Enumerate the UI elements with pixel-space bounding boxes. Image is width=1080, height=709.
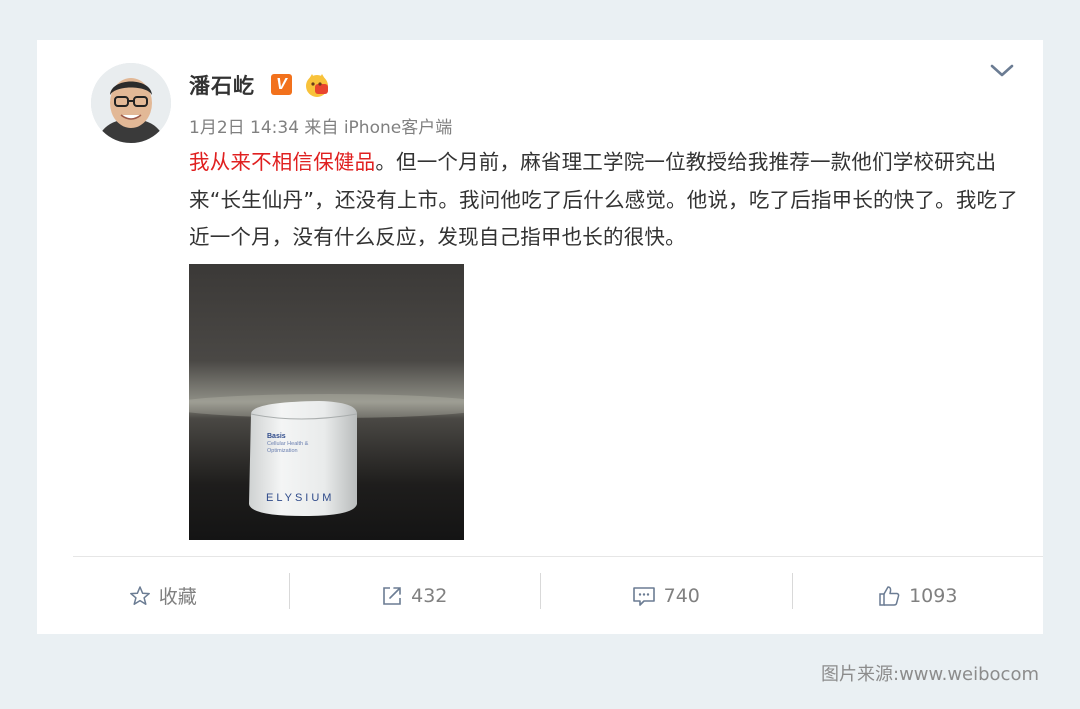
avatar-image xyxy=(91,63,171,143)
product-tagline-2: Optimization xyxy=(267,448,298,454)
share-arrow-icon xyxy=(383,586,401,605)
star-outline-icon xyxy=(129,585,150,605)
verified-badge-icon[interactable]: V xyxy=(271,74,292,95)
comment-count: 740 xyxy=(663,584,700,607)
favorite-button[interactable]: 收藏 xyxy=(37,557,289,634)
post-text-highlight: 我从来不相信保健品 xyxy=(189,150,376,174)
post-text: 我从来不相信保健品。但一个月前，麻省理工学院一位教授给我推荐一款他们学校研究出来… xyxy=(189,144,1019,257)
chevron-down-icon[interactable] xyxy=(989,62,1015,80)
weibo-post-card: 潘石屹 V 1月2日 14:34 来自 iPhone客户端 我从来不相信保健品。… xyxy=(37,40,1043,634)
post-meta: 1月2日 14:34 来自 iPhone客户端 xyxy=(189,118,453,138)
author-name[interactable]: 潘石屹 xyxy=(189,70,255,100)
comment-bubble-icon xyxy=(632,586,655,606)
like-count: 1093 xyxy=(909,584,958,607)
repost-count: 432 xyxy=(411,584,448,607)
comment-button[interactable]: 740 xyxy=(540,557,792,634)
product-photo: Basis Cellular Health & Optimization ELY… xyxy=(189,264,464,540)
image-source-caption: 图片来源:www.weibocom xyxy=(821,664,1039,685)
avatar[interactable] xyxy=(91,63,171,143)
product-brand: ELYSIUM xyxy=(266,492,334,504)
repost-button[interactable]: 432 xyxy=(288,557,541,634)
thumbs-up-icon xyxy=(879,585,900,606)
like-button[interactable]: 1093 xyxy=(791,557,1044,634)
favorite-label: 收藏 xyxy=(158,586,197,608)
product-tagline: Cellular Health & xyxy=(267,441,309,447)
member-medal-icon[interactable] xyxy=(303,71,331,99)
product-name: Basis xyxy=(267,433,286,440)
action-bar: 收藏 432 740 1093 xyxy=(37,557,1043,634)
post-image[interactable]: Basis Cellular Health & Optimization ELY… xyxy=(189,264,464,540)
